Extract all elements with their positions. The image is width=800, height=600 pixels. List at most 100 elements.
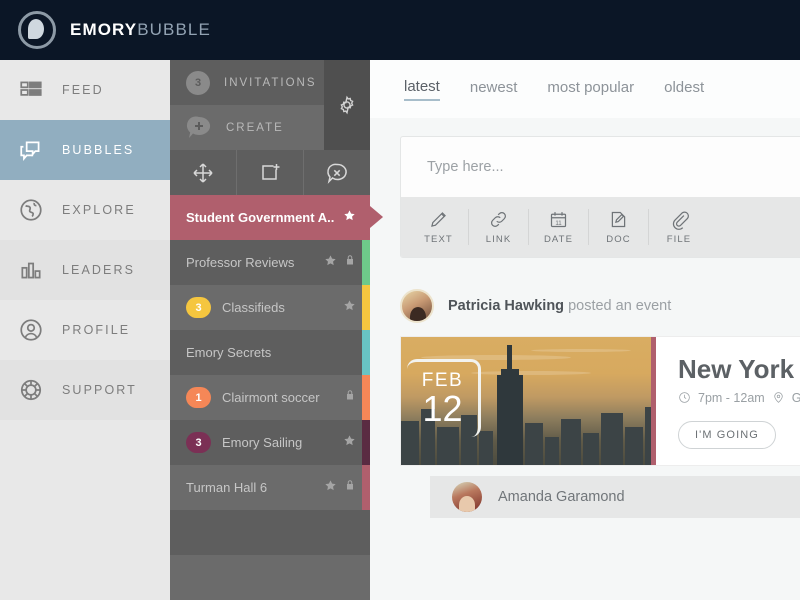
bubble-list-item[interactable]: Professor Reviews [170, 240, 370, 285]
event-time: 7pm - 12am [698, 390, 765, 405]
remove-bubble-icon [327, 163, 347, 184]
sidebar-item-label: PROFILE [62, 323, 131, 337]
bubble-list: Student Government A.. Professor Reviews 3… [170, 195, 383, 600]
composer-date-button[interactable]: 11 DATE [529, 209, 589, 245]
brand-logo[interactable]: EMORYBUBBLE [0, 11, 211, 49]
composer-input[interactable]: Type here... [401, 137, 800, 197]
lock-icon [344, 388, 356, 407]
sidebar-item-profile[interactable]: PROFILE [0, 300, 170, 360]
bubble-name: Classifieds [222, 300, 285, 315]
top-bar: EMORYBUBBLE [0, 0, 800, 60]
tab-latest[interactable]: latest [404, 78, 440, 101]
tab-oldest[interactable]: oldest [664, 79, 704, 100]
move-icon [193, 162, 213, 183]
bubble-status-icons [343, 209, 356, 227]
left-sidebar: FEED BUBBLES EXPLORE LEADERS PROFILE SUPPORT [0, 60, 181, 600]
bubble-list-item[interactable]: 1 Clairmont soccer [170, 375, 370, 420]
composer-text-button[interactable]: TEXT [409, 209, 469, 245]
add-square-icon [262, 163, 280, 180]
avatar [452, 482, 482, 512]
bubble-list-item[interactable]: 3 Emory Sailing [170, 420, 370, 465]
brand-bold: EMORY [70, 20, 138, 39]
post-author-line: Patricia Hawking posted an event [448, 298, 671, 314]
sidebar-item-label: SUPPORT [62, 383, 137, 397]
bubble-name: Emory Sailing [222, 435, 303, 450]
post-action-text: posted an event [568, 298, 672, 314]
clock-icon [679, 392, 690, 403]
star-icon[interactable] [343, 434, 356, 452]
composer-link-button[interactable]: LINK [469, 209, 529, 245]
comment-row[interactable]: Amanda Garamond [430, 476, 800, 518]
sidebar-item-explore[interactable]: EXPLORE [0, 180, 170, 240]
star-icon[interactable] [343, 209, 356, 227]
bubble-list-item[interactable]: 3 Classifieds [170, 285, 370, 330]
rsvp-going-button[interactable]: I'M GOING [678, 420, 776, 449]
chart-icon [18, 257, 44, 283]
gear-icon [340, 95, 354, 115]
bubble-toolbar [170, 150, 370, 195]
bubble-list-item[interactable]: Emory Secrets [170, 330, 370, 375]
feed-icon [18, 77, 44, 103]
sidebar-item-label: LEADERS [62, 263, 136, 277]
sidebar-item-label: FEED [62, 83, 104, 97]
app-root: EMORYBUBBLE FEED BUBBLES EXPLORE LEADERS PRO… [0, 0, 800, 600]
lock-icon [344, 253, 356, 272]
bubble-unread-badge: 3 [186, 297, 211, 318]
composer-doc-label: DOC [606, 234, 631, 245]
tab-most-popular[interactable]: most popular [547, 79, 634, 100]
sidebar-item-feed[interactable]: FEED [0, 60, 170, 120]
sidebar-item-label: EXPLORE [62, 203, 136, 217]
bubble-unread-badge: 3 [186, 432, 211, 453]
event-day: 12 [422, 388, 463, 430]
bubble-color-strip [362, 240, 370, 285]
bubble-list-empty-row [170, 510, 370, 555]
bubbles-icon [18, 137, 44, 163]
composer-date-label: DATE [543, 234, 574, 245]
pencil-icon [431, 212, 446, 227]
main-content: latest newest most popular oldest Type here… [370, 60, 800, 600]
globe-icon [18, 197, 44, 223]
star-icon[interactable] [343, 299, 356, 317]
move-bubble-button[interactable] [170, 150, 237, 195]
event-location: G [792, 391, 800, 405]
star-icon[interactable] [324, 254, 337, 272]
invitations-label: INVITATIONS [224, 76, 317, 89]
comment-author: Amanda Garamond [498, 489, 625, 505]
star-icon[interactable] [324, 479, 337, 497]
bubbles-panel: 3 INVITATIONS CREATE Student Government … [170, 60, 383, 600]
create-label: CREATE [226, 121, 284, 134]
bubble-list-empty-row [170, 555, 370, 600]
link-icon [491, 212, 506, 227]
location-pin-icon [774, 392, 783, 403]
bubble-status-icons [343, 434, 356, 452]
brand-light: BUBBLE [137, 20, 211, 39]
bubble-unread-badge: 1 [186, 387, 211, 408]
avatar [400, 289, 434, 323]
bubble-status-icons [324, 253, 356, 272]
composer-file-label: FILE [666, 234, 692, 245]
composer-file-button[interactable]: FILE [649, 209, 709, 245]
sidebar-item-bubbles[interactable]: BUBBLES [0, 120, 181, 180]
event-title: New York [678, 354, 795, 384]
bubble-logo-icon [18, 11, 56, 49]
sidebar-item-leaders[interactable]: LEADERS [0, 240, 170, 300]
bubble-color-strip [362, 420, 370, 465]
paperclip-icon [672, 211, 689, 230]
composer-doc-button[interactable]: DOC [589, 209, 649, 245]
bubble-name: Turman Hall 6 [186, 480, 268, 495]
bubble-list-item[interactable]: Student Government A.. [170, 195, 383, 240]
event-details: New York 7pm - 12am G I'M GOING [656, 337, 800, 465]
doc-edit-icon [611, 211, 626, 228]
remove-bubble-button[interactable] [304, 150, 370, 195]
bubble-settings-button[interactable] [324, 60, 370, 150]
bubble-list-item[interactable]: Turman Hall 6 [170, 465, 370, 510]
add-bubble-button[interactable] [237, 150, 304, 195]
event-card[interactable]: FEB 12 New York 7pm - 12am G I'M GOING [400, 336, 800, 466]
sort-tabs: latest newest most popular oldest [370, 60, 800, 118]
post-author-name[interactable]: Patricia Hawking [448, 298, 564, 314]
tab-newest[interactable]: newest [470, 79, 518, 100]
brand-name: EMORYBUBBLE [70, 20, 211, 40]
person-icon [18, 317, 44, 343]
sidebar-item-support[interactable]: SUPPORT [0, 360, 170, 420]
bubble-name: Emory Secrets [186, 345, 272, 360]
